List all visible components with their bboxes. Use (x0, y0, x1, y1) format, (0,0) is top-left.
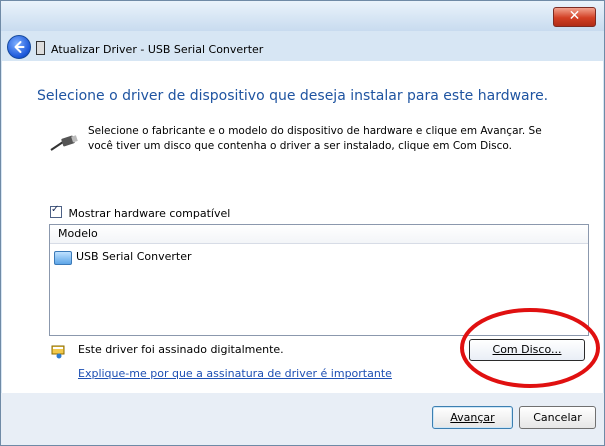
compatible-hardware-checkbox-row[interactable]: Mostrar hardware compatível (50, 204, 231, 220)
back-button[interactable] (7, 35, 31, 59)
close-button[interactable]: ✕ (553, 7, 596, 27)
signature-info-link[interactable]: Explique-me por que a assinatura de driv… (78, 367, 392, 380)
device-icon (54, 251, 72, 265)
button-bar: Avançar Cancelar (1, 393, 604, 445)
next-label: Avançar (450, 411, 495, 424)
next-button[interactable]: Avançar (432, 406, 513, 429)
update-driver-window: ✕ Atualizar Driver - USB Serial Converte… (0, 0, 605, 446)
cancel-label: Cancelar (533, 411, 582, 424)
have-disk-button[interactable]: Com Disco... (469, 339, 585, 361)
usb-device-icon (36, 41, 45, 55)
page-heading: Selecione o driver de dispositivo que de… (37, 88, 549, 104)
compatible-hardware-label[interactable]: Mostrar hardware compatível (69, 207, 231, 220)
back-arrow-icon (14, 41, 25, 53)
instruction-text: Selecione o fabricante e o modelo do dis… (88, 125, 542, 152)
compatible-hardware-checkbox[interactable] (50, 204, 62, 218)
list-item-label: USB Serial Converter (76, 250, 192, 263)
list-item[interactable]: USB Serial Converter (54, 249, 195, 265)
driver-selection-panel: Selecione o driver de dispositivo que de… (2, 61, 603, 393)
signed-driver-text: Este driver foi assinado digitalmente. (78, 343, 284, 356)
model-column-header[interactable]: Modelo (50, 225, 588, 244)
cancel-button[interactable]: Cancelar (519, 406, 596, 429)
digital-signature-icon (51, 345, 65, 359)
model-list[interactable]: Modelo USB Serial Converter (49, 224, 589, 336)
have-disk-label: Com Disco... (492, 343, 562, 356)
dialog-title: Atualizar Driver - USB Serial Converter (51, 43, 264, 56)
usb-cable-icon (50, 135, 78, 151)
navigation-bar: Atualizar Driver - USB Serial Converter (1, 31, 604, 61)
title-bar: ✕ (1, 1, 604, 31)
